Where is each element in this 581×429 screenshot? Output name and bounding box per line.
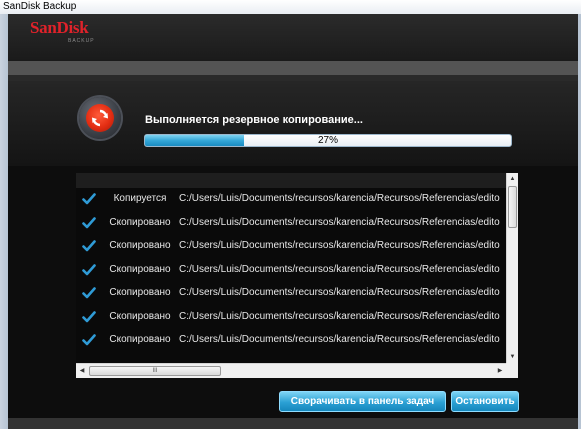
check-icon bbox=[82, 263, 96, 275]
check-icon bbox=[82, 334, 96, 346]
file-path: C:/Users/Luis/Documents/recursos/karenci… bbox=[179, 334, 500, 345]
backup-status-text: Выполняется резервное копирование... bbox=[145, 114, 363, 126]
scroll-right-icon[interactable]: ▶ bbox=[494, 364, 506, 378]
file-list[interactable]: Копируется C:/Users/Luis/Documents/recur… bbox=[76, 173, 518, 378]
file-path: C:/Users/Luis/Documents/recursos/karenci… bbox=[179, 287, 500, 298]
logo-subtitle: BACKUP bbox=[68, 38, 95, 44]
file-state: Скопировано bbox=[109, 334, 171, 345]
backup-progress-bar: 27% bbox=[144, 134, 512, 147]
header-bar: SanDisk BACKUP bbox=[8, 14, 578, 61]
list-item[interactable]: Скопировано C:/Users/Luis/Documents/recu… bbox=[76, 259, 506, 283]
client-area: SanDisk BACKUP Выполняется резервное коп… bbox=[8, 14, 578, 429]
scrollbar-corner bbox=[506, 363, 518, 378]
file-state: Скопировано bbox=[109, 310, 171, 322]
header-divider bbox=[8, 61, 578, 75]
vertical-scrollbar[interactable]: ▲ ▼ bbox=[506, 173, 518, 363]
file-state: Скопировано bbox=[109, 263, 171, 275]
list-item[interactable]: Скопировано C:/Users/Luis/Documents/recu… bbox=[76, 329, 506, 353]
file-state: Скопировано bbox=[109, 287, 171, 298]
app-window: SanDisk Backup SanDisk BACKUP Выполняетс… bbox=[0, 0, 581, 429]
check-icon bbox=[82, 216, 96, 228]
footer-band bbox=[8, 418, 578, 429]
vertical-scroll-thumb[interactable] bbox=[508, 186, 517, 228]
file-path: C:/Users/Luis/Documents/recursos/karenci… bbox=[179, 216, 500, 228]
list-header bbox=[76, 173, 506, 188]
file-path: C:/Users/Luis/Documents/recursos/karenci… bbox=[179, 263, 500, 275]
minimize-to-taskbar-button[interactable]: Сворачивать в панель задач bbox=[279, 391, 446, 412]
window-title: SanDisk Backup bbox=[3, 1, 77, 12]
scroll-up-icon[interactable]: ▲ bbox=[507, 173, 518, 185]
sandisk-logo: SanDisk BACKUP bbox=[30, 18, 120, 58]
progress-percent: 27% bbox=[317, 135, 338, 146]
logo-brand: SanDisk bbox=[30, 18, 89, 37]
horizontal-scrollbar[interactable]: ◀ III ▶ bbox=[76, 363, 506, 378]
horizontal-scroll-thumb[interactable]: III bbox=[89, 366, 221, 376]
window-title-bar[interactable]: SanDisk Backup bbox=[0, 0, 581, 14]
file-path: C:/Users/Luis/Documents/recursos/karenci… bbox=[179, 310, 500, 322]
file-state: Скопировано bbox=[109, 240, 171, 251]
list-item[interactable]: Скопировано C:/Users/Luis/Documents/recu… bbox=[76, 212, 506, 236]
progress-panel: Выполняется резервное копирование... 27% bbox=[8, 81, 578, 166]
file-state: Скопировано bbox=[109, 216, 171, 228]
file-rows: Копируется C:/Users/Luis/Documents/recur… bbox=[76, 188, 506, 363]
scroll-down-icon[interactable]: ▼ bbox=[507, 351, 518, 363]
scroll-left-icon[interactable]: ◀ bbox=[76, 364, 88, 378]
stop-button[interactable]: Остановить bbox=[451, 391, 519, 412]
check-icon bbox=[82, 240, 96, 252]
file-path: C:/Users/Luis/Documents/recursos/karenci… bbox=[179, 193, 500, 204]
file-state: Копируется bbox=[113, 193, 167, 204]
file-path: C:/Users/Luis/Documents/recursos/karenci… bbox=[179, 240, 500, 251]
window-frame-left bbox=[0, 14, 8, 429]
check-icon bbox=[82, 193, 96, 205]
list-item[interactable]: Скопировано C:/Users/Luis/Documents/recu… bbox=[76, 282, 506, 306]
list-item[interactable]: Копируется C:/Users/Luis/Documents/recur… bbox=[76, 188, 506, 212]
list-item[interactable]: Скопировано C:/Users/Luis/Documents/recu… bbox=[76, 306, 506, 330]
check-icon bbox=[82, 310, 96, 322]
file-list-panel: Копируется C:/Users/Luis/Documents/recur… bbox=[8, 166, 578, 429]
list-item[interactable]: Скопировано C:/Users/Luis/Documents/recu… bbox=[76, 235, 506, 259]
sync-arrows-icon bbox=[79, 97, 121, 139]
check-icon bbox=[82, 287, 96, 299]
